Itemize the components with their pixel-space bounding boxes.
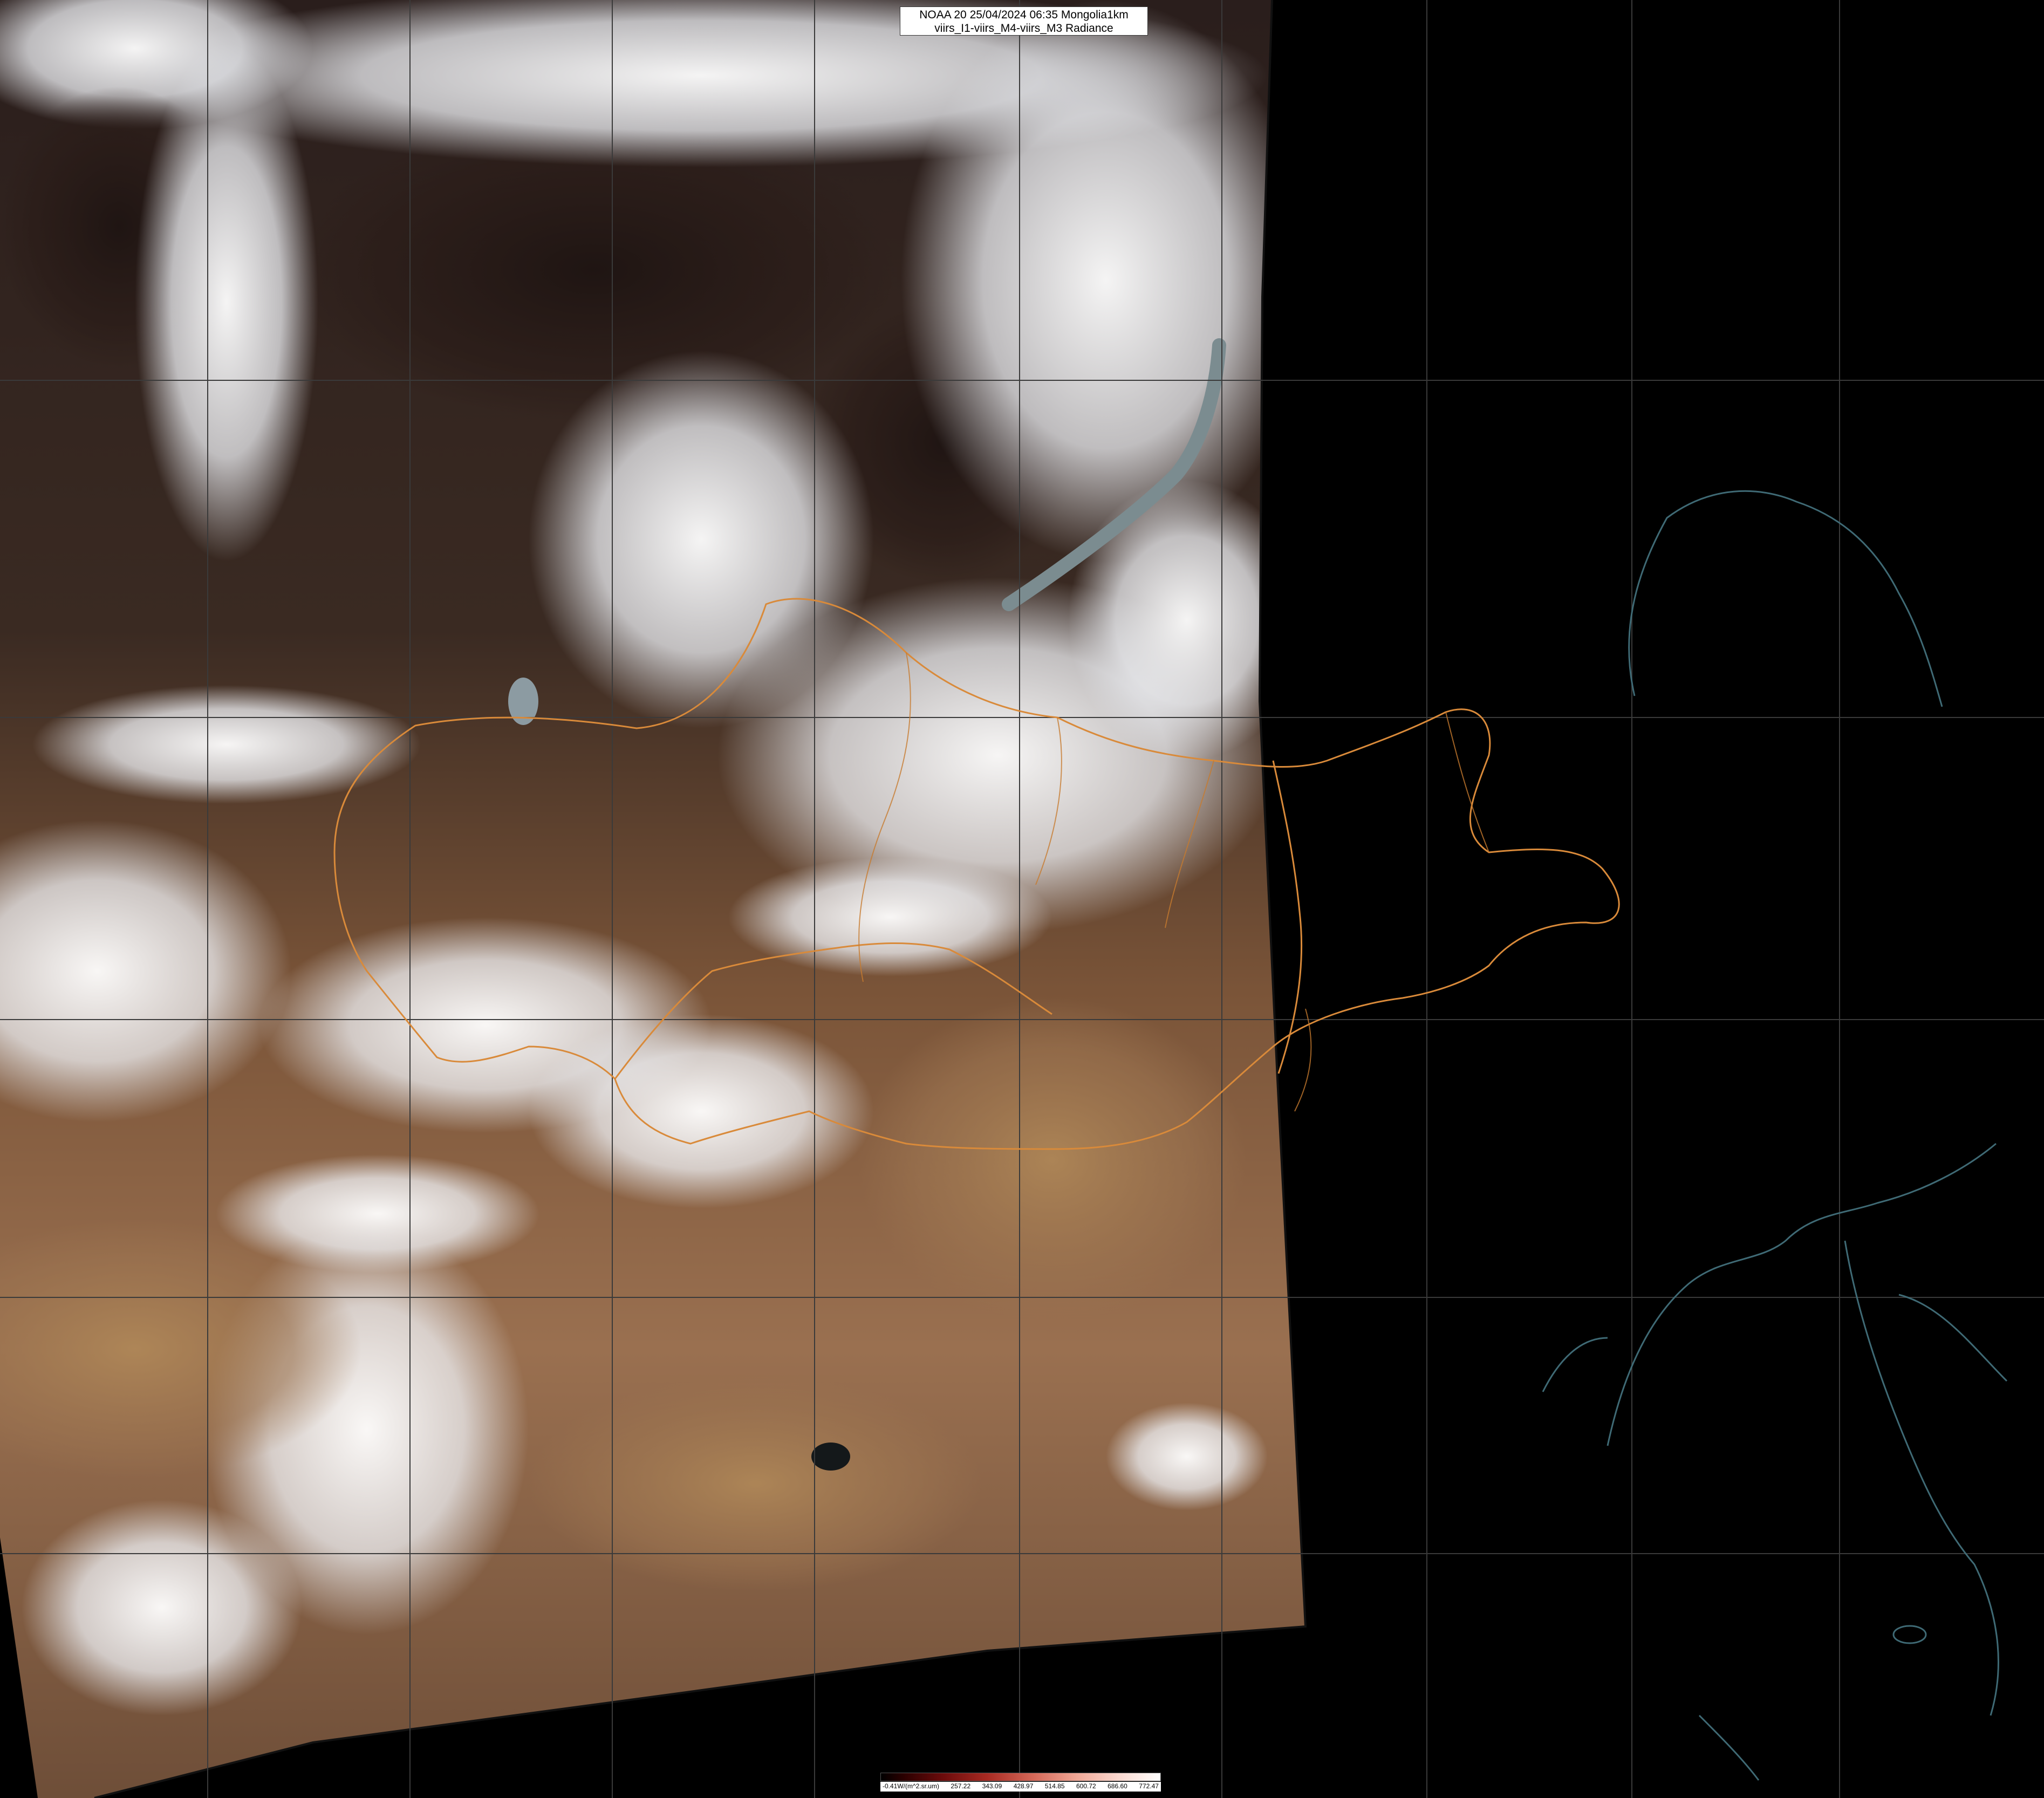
satellite-swath xyxy=(0,0,1305,1798)
title-label: NOAA 20 25/04/2024 06:35 Mongolia1km vii… xyxy=(900,6,1148,36)
colorbar-tick: 600.72 xyxy=(1076,1782,1096,1790)
satellite-scene xyxy=(0,0,2044,1798)
colorbar-tick: 428.97 xyxy=(1013,1782,1034,1790)
colorbar-gradient xyxy=(880,1773,1161,1781)
colorbar-tick: 686.60 xyxy=(1108,1782,1127,1790)
colorbar: -0.41W/(m^2.sr.um) 257.22 343.09 428.97 … xyxy=(880,1773,1161,1793)
colorbar-labels: -0.41W/(m^2.sr.um) 257.22 343.09 428.97 … xyxy=(880,1782,1161,1792)
colorbar-tick: 257.22 xyxy=(951,1782,971,1790)
colorbar-tick: 772.47 xyxy=(1139,1782,1159,1790)
colorbar-tick: -0.41W/(m^2.sr.um) xyxy=(883,1782,939,1790)
colorbar-tick: 514.85 xyxy=(1044,1782,1065,1790)
title-line-2: viirs_I1-viirs_M4-viirs_M3 Radiance xyxy=(934,22,1113,35)
title-line-1: NOAA 20 25/04/2024 06:35 Mongolia1km xyxy=(919,9,1129,21)
colorbar-tick: 343.09 xyxy=(982,1782,1002,1790)
